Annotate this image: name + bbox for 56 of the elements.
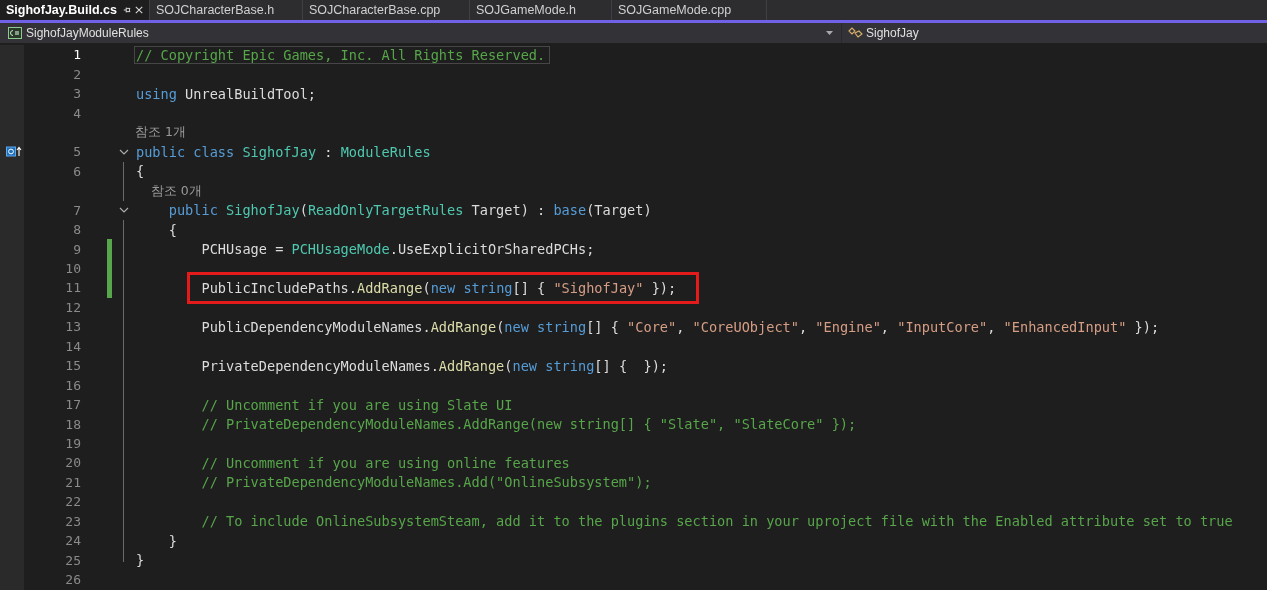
code-line: PCHUsage = PCHUsageMode.UseExplicitOrSharedPCHs; xyxy=(200,241,596,258)
member-dropdown[interactable]: SighofJay xyxy=(841,23,919,43)
line-number: 1 xyxy=(73,47,81,63)
line-number: 13 xyxy=(65,319,81,335)
code-line: // PrivateDependencyModuleNames.Add("OnlineSubsystem"); xyxy=(200,474,653,491)
line-number: 17 xyxy=(65,397,81,413)
code-line: // Uncomment if you are using Slate UI xyxy=(200,396,514,413)
line-number: 24 xyxy=(65,533,81,549)
class-icon xyxy=(8,27,22,39)
close-icon[interactable] xyxy=(134,5,143,15)
code-line: { xyxy=(167,221,178,238)
line-number: 15 xyxy=(65,358,81,374)
line-number: 3 xyxy=(73,86,81,102)
caret-icon[interactable] xyxy=(826,31,833,35)
collapse-icon[interactable] xyxy=(118,207,129,214)
line-number: 9 xyxy=(73,241,81,257)
type-dropdown[interactable]: SighofJayModuleRules xyxy=(0,23,820,43)
line-number: 5 xyxy=(73,144,81,160)
code-line: public SighofJay(ReadOnlyTargetRules Target) : base(Target) xyxy=(167,202,653,219)
code-line: PublicDependencyModuleNames.AddRange(new string[] { "Core", "CoreUObject", "Engine", "InputCore", "EnhancedInput" }); xyxy=(200,318,1161,335)
line-number: 26 xyxy=(65,572,81,588)
reference-count[interactable]: 참조 0개 xyxy=(135,182,202,198)
code-line: PublicIncludePaths.AddRange(new string[] { "SighofJay" }); xyxy=(200,279,678,296)
line-number: 14 xyxy=(65,338,81,354)
override-glyph-icon[interactable] xyxy=(6,146,22,158)
code-line: // To include OnlineSubsystemSteam, add it to the plugins section in your uproject file with the Enabled attribute set to true xyxy=(200,513,1234,530)
file-tab[interactable]: SighofJay.Build.cs xyxy=(0,0,150,20)
reference-count[interactable]: 참조 1개 xyxy=(135,124,186,140)
line-number: 2 xyxy=(73,66,81,82)
code-line: public class SighofJay : ModuleRules xyxy=(135,143,432,160)
line-number: 25 xyxy=(65,552,81,568)
line-number: 7 xyxy=(73,202,81,218)
code-line: // PrivateDependencyModuleNames.AddRange(new string[] { "Slate", "SlateCore" }); xyxy=(200,416,858,433)
code-line: } xyxy=(135,552,146,569)
line-number: 19 xyxy=(65,435,81,451)
code-line: { xyxy=(135,163,146,180)
code-line: // Uncomment if you are using online features xyxy=(200,454,571,471)
line-number: 10 xyxy=(65,261,81,277)
line-number: 12 xyxy=(65,299,81,315)
line-number: 21 xyxy=(65,474,81,490)
code-line: using UnrealBuildTool; xyxy=(135,85,318,102)
line-number: 6 xyxy=(73,163,81,179)
code-line: PrivateDependencyModuleNames.AddRange(new string[] { }); xyxy=(200,357,669,374)
line-number: 11 xyxy=(65,280,81,296)
line-number: 20 xyxy=(65,455,81,471)
method-icon xyxy=(848,26,864,40)
line-number: 23 xyxy=(65,513,81,529)
code-line: // Copyright Epic Games, Inc. All Rights Reserved. xyxy=(135,46,550,63)
collapse-icon[interactable] xyxy=(118,148,129,155)
line-number: 4 xyxy=(73,105,81,121)
code-line: } xyxy=(167,532,178,549)
line-number: 8 xyxy=(73,222,81,238)
line-number: 22 xyxy=(65,494,81,510)
line-number: 18 xyxy=(65,416,81,432)
pin-icon[interactable] xyxy=(122,5,131,15)
line-number: 16 xyxy=(65,377,81,393)
